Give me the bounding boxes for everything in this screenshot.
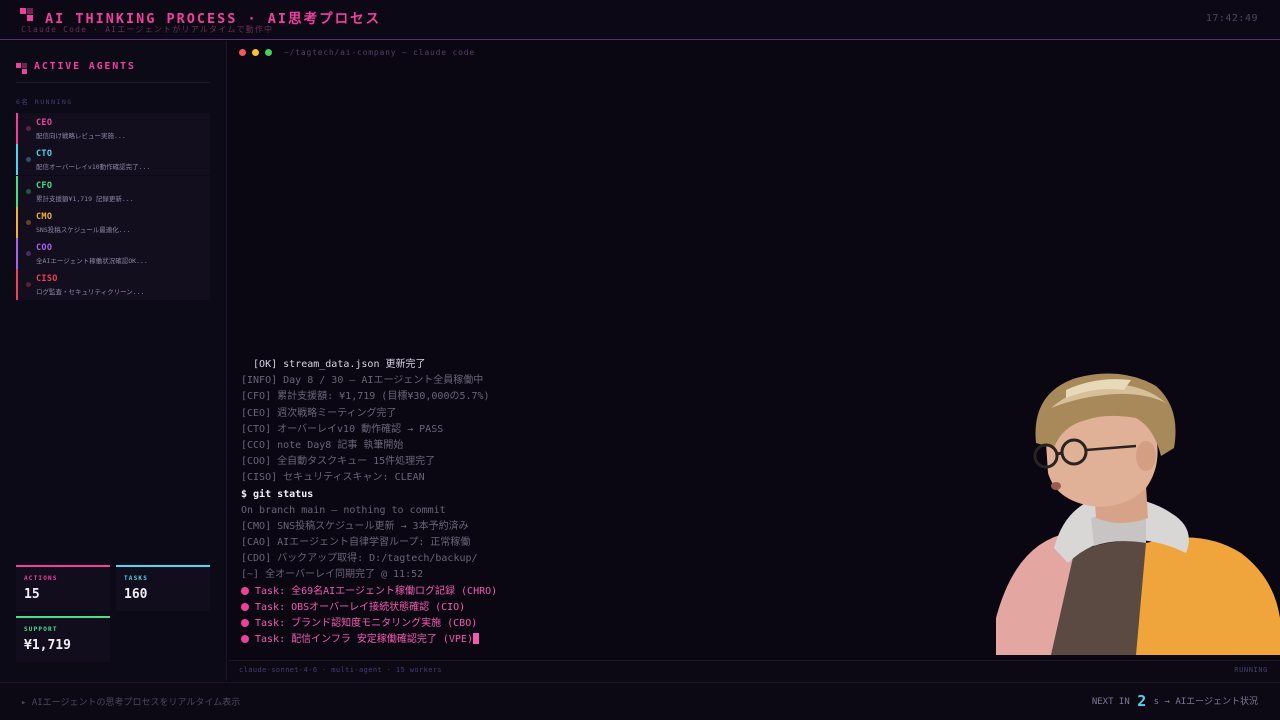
terminal-line: $ git status	[241, 488, 314, 500]
agent-status: ログ監査・セキュリティクリーン...	[36, 288, 145, 297]
status-dot-icon	[26, 188, 31, 194]
stat-tasks: TASKS 160	[116, 565, 210, 611]
bottom-caption: ▸ AIエージェントの思考プロセスをリアルタイム表示	[21, 698, 241, 708]
task-bullet-icon	[241, 586, 249, 595]
agent-status: 累計支援額¥1,719 記録更新...	[36, 194, 134, 203]
next-scene-countdown: NEXT IN 2 s → AIエージェント状況	[1092, 692, 1258, 710]
status-dot-icon	[26, 251, 31, 257]
task-text: Task: 配信インフラ 安定稼働確認完了 (VPE)	[255, 634, 473, 646]
terminal-path: ~/tagtech/ai-company — claude code	[284, 48, 475, 57]
agent-name: CEO	[36, 118, 53, 128]
terminal-output: [OK] stream_data.json 更新完了 [INFO] Day 8 /…	[241, 357, 1001, 648]
webcam-feed	[996, 368, 1280, 655]
status-dot-icon	[26, 219, 31, 225]
agent-status: 全AIエージェント稼働状況確認OK...	[36, 257, 148, 266]
maximize-dot-icon[interactable]	[265, 49, 272, 56]
stat-support: SUPPORT ¥1,719	[16, 616, 110, 662]
task-bullet-icon	[241, 619, 249, 627]
clock: 17:42:49	[1205, 13, 1258, 24]
stat-actions: ACTIONS 15	[16, 565, 110, 611]
agent-name: COO	[36, 243, 53, 254]
agent-name: CTO	[36, 149, 53, 160]
terminal-line: [CAO] AIエージェント自律学習ループ: 正常稼働	[241, 537, 471, 549]
task-line: Task: OBSオーバーレイ接続状態確認 (CIO)	[241, 600, 1001, 616]
agent-status: 配信向け戦略レビュー実施...	[36, 132, 126, 140]
agent-status: SNS投稿スケジュール最適化...	[36, 225, 131, 234]
status-dot-icon	[26, 157, 31, 163]
countdown-number: 2	[1137, 692, 1147, 710]
model-info: claude-sonnet-4-6 · multi-agent · 15 wor…	[239, 666, 443, 674]
stat-value: 160	[124, 587, 148, 602]
stat-value: ¥1,719	[24, 638, 71, 653]
task-line: Task: 配信インフラ 安定稼働確認完了 (VPE)	[241, 632, 1001, 648]
cursor-icon	[472, 633, 479, 645]
terminal-line: [CTO] オーバーレイv10 動作確認 → PASS	[241, 423, 444, 435]
page-subtitle: Claude Code · AIエージェントがリアルタイムで動作中	[21, 25, 274, 34]
agent-card-ciso[interactable]: CISO ログ監査・セキュリティクリーン...	[16, 269, 210, 301]
next-prefix: NEXT IN	[1091, 697, 1130, 707]
task-bullet-icon	[241, 602, 249, 611]
agent-name: CFO	[36, 180, 53, 191]
terminal-line: [OK] stream_data.json 更新完了	[241, 359, 426, 370]
terminal-footer: claude-sonnet-4-6 · multi-agent · 15 wor…	[228, 660, 1280, 681]
task-line: Task: ブランド認知度モニタリング実施 (CBO)	[241, 616, 1001, 632]
header: AI THINKING PROCESS · AI思考プロセス Claude Co…	[0, 0, 1280, 40]
terminal-line: [CCO] note Day8 記事 執筆開始	[241, 439, 404, 451]
terminal-line: [CEO] 週次戦略ミーティング完了	[241, 407, 397, 419]
agent-status: 配信オーバーレイv10動作確認完了...	[36, 163, 151, 172]
task-text: Task: ブランド認知度モニタリング実施 (CBO)	[255, 618, 478, 629]
terminal-line: On branch main — nothing to commit	[241, 504, 446, 516]
bottom-bar: ▸ AIエージェントの思考プロセスをリアルタイム表示 NEXT IN 2 s →…	[0, 682, 1280, 720]
terminal-line: [~] 全オーバーレイ同期完了 @ 11:52	[241, 569, 424, 581]
status-dot-icon	[26, 282, 31, 288]
task-line: Task: 全69名AIエージェント稼働ログ記録 (CHRO)	[241, 584, 1001, 600]
task-bullet-icon	[241, 635, 249, 644]
terminal-line: [CISO] セキュリティスキャン: CLEAN	[241, 472, 425, 484]
minimize-dot-icon[interactable]	[252, 49, 259, 56]
agent-card-ceo[interactable]: CEO 配信向け戦略レビュー実施...	[16, 113, 210, 144]
running-status: RUNNING	[1234, 666, 1268, 674]
close-dot-icon[interactable]	[239, 49, 246, 56]
streamer-figure-icon	[996, 373, 1280, 655]
stat-label: ACTIONS	[24, 575, 58, 582]
sidebar-header: ACTIVE AGENTS	[16, 61, 210, 83]
stat-value: 15	[24, 587, 40, 602]
logo-icon	[20, 8, 34, 22]
agent-card-coo[interactable]: COO 全AIエージェント稼働状況確認OK...	[16, 238, 210, 270]
stat-label: SUPPORT	[24, 626, 58, 633]
sidebar-title: ACTIVE AGENTS	[34, 61, 136, 72]
terminal-line: [CDO] バックアップ取得: D:/tagtech/backup/	[241, 553, 478, 565]
task-text: Task: OBSオーバーレイ接続状態確認 (CIO)	[255, 601, 466, 613]
terminal-titlebar: ~/tagtech/ai-company — claude code	[228, 41, 1280, 63]
running-count: 6名 RUNNING	[16, 98, 73, 106]
overlay-root: AI THINKING PROCESS · AI思考プロセス Claude Co…	[0, 0, 1280, 720]
agent-list: CEO 配信向け戦略レビュー実施... CTO 配信オーバーレイv10動作確認完…	[16, 113, 210, 301]
sidebar: ACTIVE AGENTS 6名 RUNNING CEO 配信向け戦略レビュー実…	[0, 41, 227, 681]
task-text: Task: 全69名AIエージェント稼働ログ記録 (CHRO)	[255, 585, 498, 597]
agents-icon	[16, 63, 27, 74]
agent-card-cfo[interactable]: CFO 累計支援額¥1,719 記録更新...	[16, 175, 210, 207]
agent-name: CISO	[36, 274, 58, 285]
terminal-line: [INFO] Day 8 / 30 — AIエージェント全員稼働中	[241, 375, 484, 387]
terminal-line: [COO] 全自動タスクキュー 15件処理完了	[241, 456, 436, 468]
stat-label: TASKS	[124, 575, 149, 582]
agent-card-cmo[interactable]: CMO SNS投稿スケジュール最適化...	[16, 206, 210, 238]
next-suffix: s → AIエージェント状況	[1153, 697, 1258, 707]
terminal-line: [CFO] 累計支援額: ¥1,719 (目標¥30,000の5.7%)	[241, 391, 490, 403]
agent-card-cto[interactable]: CTO 配信オーバーレイv10動作確認完了...	[16, 144, 210, 176]
agent-name: CMO	[36, 211, 53, 222]
status-dot-icon	[26, 126, 31, 131]
terminal-line: [CMO] SNS投稿スケジュール更新 → 3本予約済み	[241, 520, 469, 532]
